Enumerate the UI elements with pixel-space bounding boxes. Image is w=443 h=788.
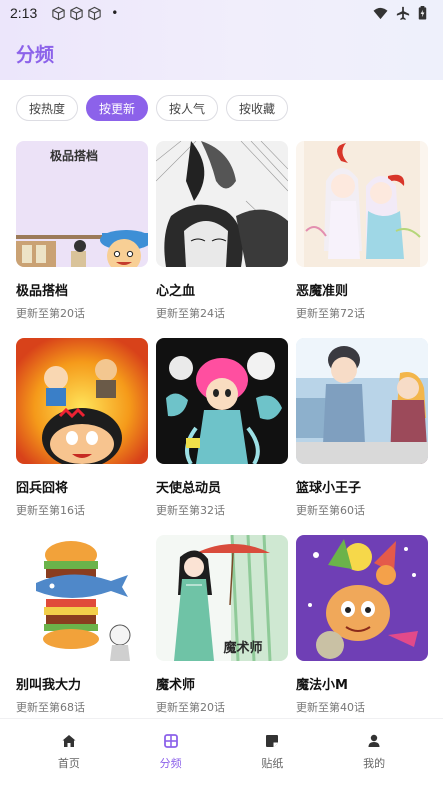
cover-title-text: 极品搭档 [50, 148, 98, 163]
comic-cover[interactable]: 极品搭档 [16, 141, 148, 267]
comic-title: 魔法小M [296, 678, 348, 693]
person-icon [368, 734, 380, 747]
comic-card[interactable]: 魔术师 魔术师 更新至第20话 [156, 535, 288, 732]
comic-card[interactable]: 魔法小M 更新至第40话 [296, 535, 428, 732]
comic-update-status: 更新至第20话 [16, 307, 85, 320]
cover-title-text: 魔术师 [223, 640, 262, 656]
comic-cover[interactable] [296, 535, 428, 661]
filter-chip-hot[interactable]: 按热度 [16, 95, 79, 121]
filter-chip-popular[interactable]: 按人气 [156, 95, 219, 121]
tab-profile[interactable]: 我的 [334, 719, 414, 788]
tab-stickers-label: 贴纸 [261, 757, 284, 770]
comic-card[interactable]: 恶魔准则 更新至第72话 [296, 141, 428, 338]
comic-update-status: 更新至第20话 [156, 701, 225, 714]
notification-icons: • [51, 6, 118, 21]
comic-cover[interactable] [296, 338, 428, 464]
comic-cover[interactable] [16, 535, 148, 661]
comic-card[interactable]: 囧兵囧将 更新至第16话 [16, 338, 148, 535]
tab-home[interactable]: 首页 [29, 719, 109, 788]
cube-icon [70, 6, 83, 20]
cube-icon [52, 6, 65, 20]
tab-profile-label: 我的 [363, 757, 386, 770]
comic-grid: 极品搭档 极品搭档 更新至第20话 心之血 更新至第24话 恶魔准则 更新至第7… [16, 141, 428, 732]
comic-cover[interactable]: 魔术师 [156, 535, 288, 661]
page-title: 分频 [16, 44, 55, 66]
filter-chip-update[interactable]: 按更新 [86, 95, 149, 121]
bottom-tab-bar: 首页 分频 贴纸 我的 [0, 718, 443, 788]
comic-card[interactable]: 极品搭档 极品搭档 更新至第20话 [16, 141, 148, 338]
status-time: 2:13 [10, 5, 38, 21]
comic-cover[interactable] [16, 338, 148, 464]
wifi-icon [373, 7, 388, 19]
comic-title: 魔术师 [156, 678, 196, 693]
comic-card[interactable]: 别叫我大力 更新至第68话 [16, 535, 148, 732]
tab-home-label: 首页 [57, 757, 80, 770]
home-icon [62, 735, 76, 747]
comic-update-status: 更新至第68话 [16, 701, 85, 714]
comic-title: 天使总动员 [156, 481, 222, 496]
comic-cover[interactable] [156, 141, 288, 267]
status-bar: 2:13 • [0, 0, 443, 26]
comic-title: 心之血 [156, 284, 196, 299]
tab-category[interactable]: 分频 [131, 719, 211, 788]
comic-title: 别叫我大力 [16, 678, 82, 693]
comic-title: 囧兵囧将 [16, 481, 69, 496]
sort-filter-bar: 按热度 按更新 按人气 按收藏 [16, 95, 289, 121]
battery-icon [418, 6, 427, 20]
sticker-icon [266, 735, 279, 747]
comic-title: 恶魔准则 [296, 284, 349, 299]
comic-cover[interactable] [156, 338, 288, 464]
comic-title: 极品搭档 [16, 284, 69, 299]
comic-title: 篮球小王子 [296, 481, 362, 496]
comic-update-status: 更新至第24话 [156, 307, 225, 320]
comic-card[interactable]: 篮球小王子 更新至第60话 [296, 338, 428, 535]
comic-update-status: 更新至第40话 [296, 701, 365, 714]
comic-update-status: 更新至第16话 [16, 504, 85, 517]
comic-cover[interactable] [296, 141, 428, 267]
comic-card[interactable]: 心之血 更新至第24话 [156, 141, 288, 338]
cube-icon [88, 6, 101, 20]
comic-card[interactable]: 天使总动员 更新至第32话 [156, 338, 288, 535]
grid-icon [163, 734, 178, 748]
filter-chip-favorites[interactable]: 按收藏 [226, 95, 289, 121]
tab-stickers[interactable]: 贴纸 [232, 719, 312, 788]
airplane-icon [396, 6, 410, 20]
more-notifications-dot: • [111, 6, 119, 20]
tab-category-label: 分频 [159, 757, 182, 770]
comic-update-status: 更新至第60话 [296, 504, 365, 517]
comic-update-status: 更新至第72话 [296, 307, 365, 320]
comic-update-status: 更新至第32话 [156, 504, 225, 517]
